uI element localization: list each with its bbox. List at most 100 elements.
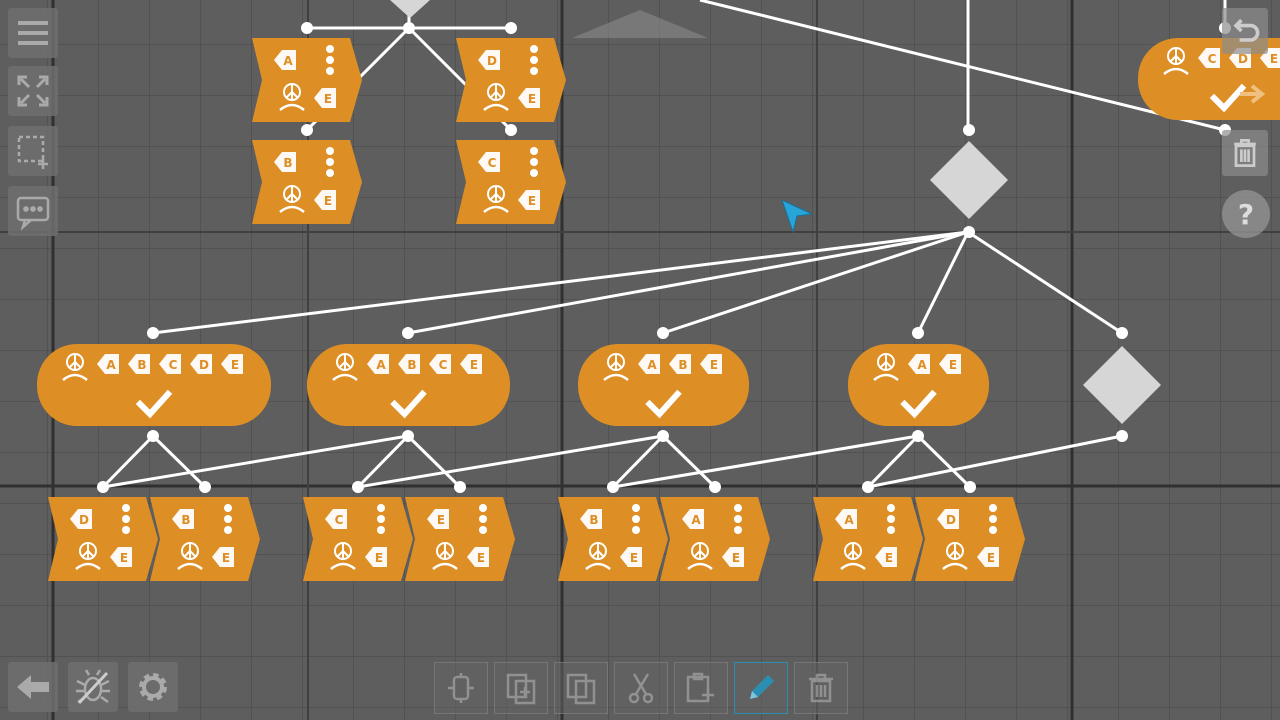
- connection-dot[interactable]: [403, 22, 415, 34]
- connection-dot[interactable]: [963, 124, 975, 136]
- edit-pencil-icon: [750, 675, 774, 699]
- tag-letter: A: [844, 513, 854, 527]
- connection-dot[interactable]: [352, 481, 364, 493]
- trash-button[interactable]: [1222, 130, 1268, 176]
- connection-dot[interactable]: [301, 22, 313, 34]
- action-node[interactable]: DE: [48, 497, 158, 581]
- paste-button[interactable]: [674, 662, 728, 714]
- tag-letter: E: [528, 92, 536, 106]
- tag-letter: A: [917, 358, 927, 372]
- action-node[interactable]: DE: [915, 497, 1025, 581]
- tag-letter: E: [470, 358, 478, 372]
- more-dots-icon: [326, 45, 334, 75]
- more-dots-icon: [122, 504, 130, 534]
- more-dots-icon: [377, 504, 385, 534]
- tag-letter: B: [678, 358, 687, 372]
- connection-dot[interactable]: [454, 481, 466, 493]
- tag-letter: C: [335, 513, 344, 527]
- fit-screen-icon: [17, 75, 49, 107]
- menu-button[interactable]: [8, 8, 58, 58]
- connection-dot[interactable]: [147, 430, 159, 442]
- help-button[interactable]: ?: [1222, 190, 1270, 238]
- action-node[interactable]: BE: [252, 140, 362, 224]
- select-area-button[interactable]: [8, 126, 58, 176]
- connection-dot[interactable]: [505, 124, 517, 136]
- fit-screen-button[interactable]: [8, 66, 58, 116]
- sequence-node[interactable]: AE: [848, 344, 989, 426]
- connection-dot[interactable]: [964, 481, 976, 493]
- undo-button[interactable]: [1222, 8, 1268, 54]
- connection-dot[interactable]: [862, 481, 874, 493]
- sequence-node[interactable]: ABE: [578, 344, 749, 426]
- action-node[interactable]: BE: [150, 497, 260, 581]
- delete-icon: [809, 673, 833, 703]
- paste-icon: [686, 672, 714, 703]
- sequence-node[interactable]: ABCE: [307, 344, 510, 426]
- action-node[interactable]: AE: [660, 497, 770, 581]
- tag-letter: E: [437, 513, 445, 527]
- connection-dot[interactable]: [301, 124, 313, 136]
- tag-letter: B: [283, 156, 292, 170]
- connection-dot[interactable]: [963, 226, 975, 238]
- help-icon: ?: [1237, 197, 1255, 231]
- tag-letter: D: [1238, 52, 1248, 66]
- tag-letter: B: [181, 513, 190, 527]
- action-node[interactable]: CE: [303, 497, 413, 581]
- tag-letter: E: [630, 551, 638, 565]
- edit-button[interactable]: [734, 662, 788, 714]
- delete-button[interactable]: [794, 662, 848, 714]
- graph-canvas[interactable]: AEDEBECE A B C D E A B C E A B E A EC D E DEBECEEEBEAEA…: [0, 0, 1280, 720]
- connection-dot[interactable]: [97, 481, 109, 493]
- connection-dot[interactable]: [505, 22, 517, 34]
- tag-letter: E: [710, 358, 718, 372]
- tag-letter: B: [137, 358, 146, 372]
- tag-letter: E: [222, 551, 230, 565]
- sequence-node[interactable]: A B C D E: [37, 344, 271, 426]
- action-node[interactable]: EE: [405, 497, 515, 581]
- connection-dot[interactable]: [1116, 430, 1128, 442]
- tag-letter: E: [324, 92, 332, 106]
- connection-dot[interactable]: [912, 327, 924, 339]
- action-node[interactable]: DE: [456, 38, 566, 122]
- settings-gear-icon: [139, 673, 167, 701]
- connection-dot[interactable]: [912, 430, 924, 442]
- paste-node-button[interactable]: [434, 662, 488, 714]
- action-node[interactable]: CE: [456, 140, 566, 224]
- tag-letter: B: [407, 358, 416, 372]
- select-area-icon: [17, 135, 48, 169]
- tag-letter: E: [528, 194, 536, 208]
- tag-letter: A: [647, 358, 657, 372]
- cut-button[interactable]: [614, 662, 668, 714]
- tag-letter: D: [79, 513, 89, 527]
- debug-button[interactable]: [68, 662, 118, 712]
- connection-dot[interactable]: [402, 430, 414, 442]
- connection-dot[interactable]: [709, 481, 721, 493]
- connection-dot[interactable]: [147, 327, 159, 339]
- tag-letter: D: [199, 358, 209, 372]
- settings-button[interactable]: [128, 662, 178, 712]
- more-dots-icon: [530, 45, 538, 75]
- duplicate-button[interactable]: [494, 662, 548, 714]
- tag-letter: E: [375, 551, 383, 565]
- connection-dot[interactable]: [402, 327, 414, 339]
- comment-button[interactable]: [8, 186, 58, 236]
- action-node[interactable]: AE: [252, 38, 362, 122]
- more-dots-icon: [479, 504, 487, 534]
- connection-dot[interactable]: [607, 481, 619, 493]
- connection-dot[interactable]: [199, 481, 211, 493]
- more-dots-icon: [326, 147, 334, 177]
- back-button[interactable]: [8, 662, 58, 712]
- connection-dot[interactable]: [1116, 327, 1128, 339]
- menu-icon: [18, 21, 48, 45]
- tag-letter: C: [169, 358, 178, 372]
- more-dots-icon: [887, 504, 895, 534]
- more-dots-icon: [989, 504, 997, 534]
- connection-dot[interactable]: [657, 327, 669, 339]
- comment-icon: [16, 196, 50, 231]
- action-node[interactable]: AE: [813, 497, 923, 581]
- action-node[interactable]: BE: [558, 497, 668, 581]
- copy-button[interactable]: [554, 662, 608, 714]
- more-dots-icon: [530, 147, 538, 177]
- connection-dot[interactable]: [657, 430, 669, 442]
- tag-letter: E: [885, 551, 893, 565]
